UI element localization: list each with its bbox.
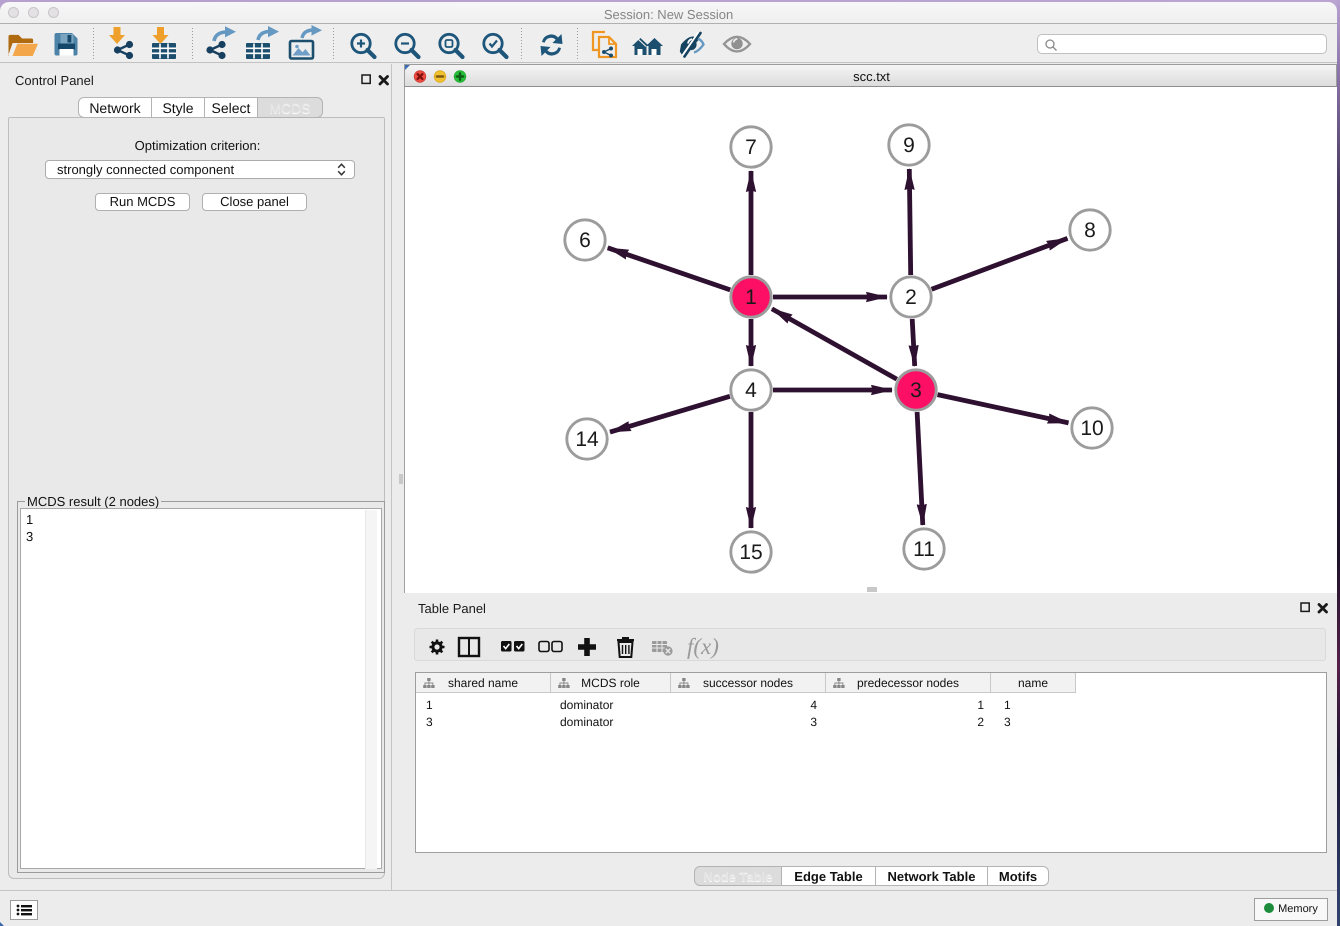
svg-text:1: 1 xyxy=(745,286,757,309)
svg-text:2: 2 xyxy=(905,286,917,309)
svg-text:7: 7 xyxy=(745,136,757,159)
svg-text:11: 11 xyxy=(913,538,935,561)
svg-text:15: 15 xyxy=(739,541,762,564)
svg-text:6: 6 xyxy=(579,229,591,252)
svg-text:9: 9 xyxy=(903,134,915,157)
svg-text:10: 10 xyxy=(1080,417,1103,440)
svg-text:3: 3 xyxy=(910,379,922,402)
svg-text:4: 4 xyxy=(745,379,757,402)
svg-text:f(x): f(x) xyxy=(687,634,719,659)
svg-text:14: 14 xyxy=(575,428,599,451)
svg-text:8: 8 xyxy=(1084,219,1096,242)
